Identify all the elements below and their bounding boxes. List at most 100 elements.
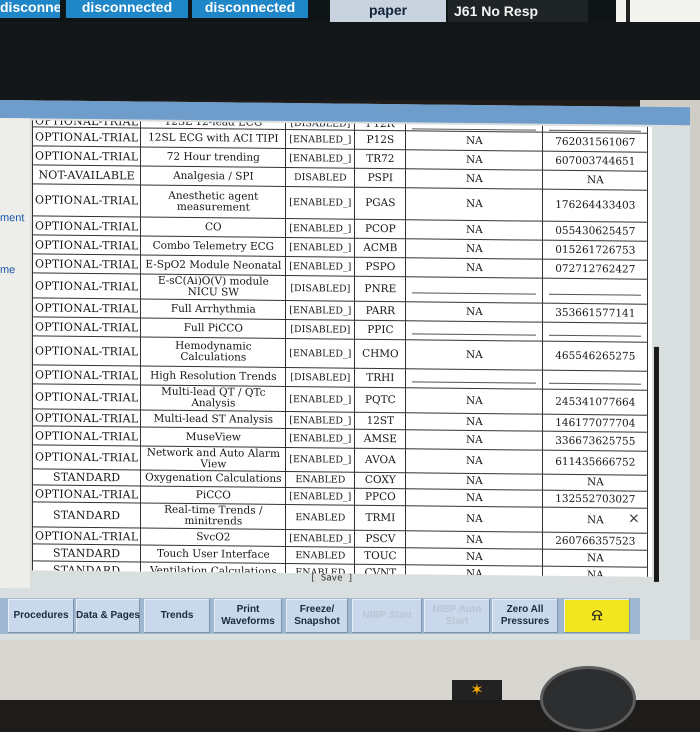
softkey-bar: Procedures Data & Pages Trends Print Wav… bbox=[0, 598, 640, 634]
key-cell: 176264433403 bbox=[542, 189, 648, 223]
category-cell: OPTIONAL-TRIAL bbox=[32, 364, 141, 385]
value-cell: NA bbox=[405, 257, 543, 279]
option-name-cell: Multi-lead QT / QTc Analysis bbox=[140, 384, 286, 412]
status-segment-2: disconnected bbox=[66, 0, 188, 18]
nibp-auto-start-label: NIBP Auto Start bbox=[432, 604, 482, 627]
key-cell: 607003744651 bbox=[542, 151, 648, 172]
option-name-cell: Full Arrhythmia bbox=[140, 298, 286, 320]
option-name-cell: Network and Auto Alarm View bbox=[140, 445, 286, 472]
option-name-cell: Anesthetic agent measurement bbox=[140, 184, 286, 219]
value-cell bbox=[405, 320, 543, 342]
state-cell: [ENABLED_] bbox=[285, 218, 355, 239]
option-name-cell: E-sC(Ai)O(V) module NICU SW bbox=[140, 273, 286, 301]
alarm-bell-icon: ⍾ bbox=[591, 607, 603, 624]
category-cell: OPTIONAL-TRIAL bbox=[32, 526, 141, 545]
value-cell: NA bbox=[405, 130, 543, 152]
option-name-cell: Touch User Interface bbox=[140, 544, 286, 564]
category-cell: OPTIONAL-TRIAL bbox=[32, 335, 141, 366]
code-cell: TOUC bbox=[354, 547, 406, 565]
save-button[interactable]: [ Save ] bbox=[310, 573, 353, 583]
value-cell: NA bbox=[405, 219, 543, 241]
key-cell bbox=[542, 322, 648, 343]
state-cell: ENABLED bbox=[285, 546, 355, 565]
left-menu-label-1[interactable]: ment bbox=[0, 212, 24, 224]
code-cell: TR72 bbox=[354, 149, 406, 169]
option-name-cell: Real-time Trends / minitrends bbox=[140, 502, 286, 530]
state-cell: [ENABLED_] bbox=[285, 186, 355, 220]
nibp-auto-start-button[interactable]: NIBP Auto Start bbox=[424, 599, 490, 633]
close-icon[interactable]: × bbox=[628, 511, 640, 527]
state-cell: ENABLED bbox=[285, 471, 355, 489]
option-name-cell: 72 Hour trending bbox=[140, 146, 286, 168]
key-cell bbox=[542, 370, 648, 391]
data-pages-button[interactable]: Data & Pages bbox=[76, 599, 140, 633]
zero-all-pressures-button[interactable]: Zero All Pressures bbox=[492, 599, 558, 633]
value-cell: NA bbox=[405, 168, 543, 190]
left-menu-pane: ment me bbox=[0, 118, 30, 589]
freeze-snapshot-button[interactable]: Freeze/ Snapshot bbox=[286, 599, 348, 633]
alarm-silence-button[interactable]: ⍾ bbox=[564, 599, 630, 633]
print-waveforms-label: Print Waveforms bbox=[221, 604, 275, 627]
state-cell: [ENABLED_] bbox=[285, 447, 355, 473]
category-cell: STANDARD bbox=[32, 560, 141, 577]
blank-entry-line bbox=[549, 375, 642, 385]
category-cell: OPTIONAL-TRIAL bbox=[32, 444, 141, 470]
trends-button[interactable]: Trends bbox=[144, 599, 210, 633]
category-cell: OPTIONAL-TRIAL bbox=[32, 408, 141, 427]
code-cell: P12S bbox=[354, 130, 406, 150]
key-cell: 762031561067 bbox=[542, 132, 648, 153]
vertical-scrollbar[interactable] bbox=[654, 346, 659, 582]
print-waveforms-button[interactable]: Print Waveforms bbox=[214, 599, 282, 633]
code-cell: PSPO bbox=[354, 257, 406, 277]
key-cell bbox=[542, 278, 648, 305]
category-cell: STANDARD bbox=[32, 468, 141, 486]
value-cell: NA bbox=[405, 505, 543, 533]
procedures-label: Procedures bbox=[13, 610, 69, 621]
code-cell: CVNT bbox=[354, 564, 406, 577]
key-cell: 055430625457 bbox=[542, 221, 648, 242]
software-options-table: OPTIONAL-TRIAL 12SL 12-lead ECG [DISABLED]… bbox=[32, 120, 652, 577]
category-cell: OPTIONAL-TRIAL bbox=[32, 183, 141, 217]
state-cell: [ENABLED_] bbox=[285, 256, 355, 277]
code-cell: 12ST bbox=[354, 412, 406, 430]
paper-label: paper bbox=[368, 2, 408, 18]
status-segment-3: disconnected bbox=[192, 0, 308, 18]
blank-entry-line bbox=[549, 327, 642, 337]
message-status: J61 No Resp bbox=[448, 0, 588, 22]
category-cell: OPTIONAL-TRIAL bbox=[32, 234, 141, 255]
trim-knob[interactable] bbox=[540, 666, 636, 732]
status-segment-1: disconnected bbox=[0, 0, 60, 18]
option-name-cell: E-SpO2 Module Neonatal bbox=[140, 254, 286, 276]
category-cell: OPTIONAL-TRIAL bbox=[32, 126, 141, 147]
blank-entry-line bbox=[549, 286, 642, 296]
key-cell: 353661577141 bbox=[542, 303, 648, 324]
state-cell: [ENABLED_] bbox=[285, 411, 355, 430]
freeze-snapshot-label: Freeze/ Snapshot bbox=[294, 604, 340, 627]
code-cell: PCOP bbox=[354, 219, 406, 239]
key-cell: 146177077704 bbox=[542, 414, 648, 433]
option-name-cell: CO bbox=[140, 216, 286, 238]
blank-entry-line bbox=[412, 374, 537, 384]
nibp-start-label: NIBP Start bbox=[362, 610, 412, 621]
code-cell: CHMO bbox=[354, 339, 406, 369]
option-name-cell: 12SL ECG with ACI TIPI bbox=[140, 127, 286, 149]
state-cell: [DISABLED] bbox=[285, 120, 355, 131]
option-name-cell: SvcO2 bbox=[140, 527, 286, 547]
category-cell: OPTIONAL-TRIAL bbox=[32, 272, 141, 299]
category-cell: OPTIONAL-TRIAL bbox=[32, 316, 141, 337]
options-table: OPTIONAL-TRIAL 12SL 12-lead ECG [DISABLED]… bbox=[32, 120, 648, 577]
code-cell: PNRE bbox=[354, 276, 406, 302]
option-name-cell: Combo Telemetry ECG bbox=[140, 235, 286, 257]
blank-entry-line bbox=[412, 326, 537, 336]
procedures-button[interactable]: Procedures bbox=[8, 599, 74, 633]
value-cell: NA bbox=[405, 429, 543, 451]
trends-label: Trends bbox=[160, 610, 194, 621]
paper-status: paper bbox=[330, 0, 446, 22]
category-cell: STANDARD bbox=[32, 543, 141, 562]
nibp-start-button[interactable]: NIBP Start bbox=[352, 599, 422, 633]
left-menu-label-2[interactable]: me bbox=[0, 264, 15, 276]
value-cell: NA bbox=[405, 547, 543, 567]
option-name-cell: Oxygenation Calculations bbox=[140, 469, 286, 488]
state-cell: [DISABLED] bbox=[285, 319, 355, 340]
category-cell: OPTIONAL-TRIAL bbox=[32, 383, 141, 410]
